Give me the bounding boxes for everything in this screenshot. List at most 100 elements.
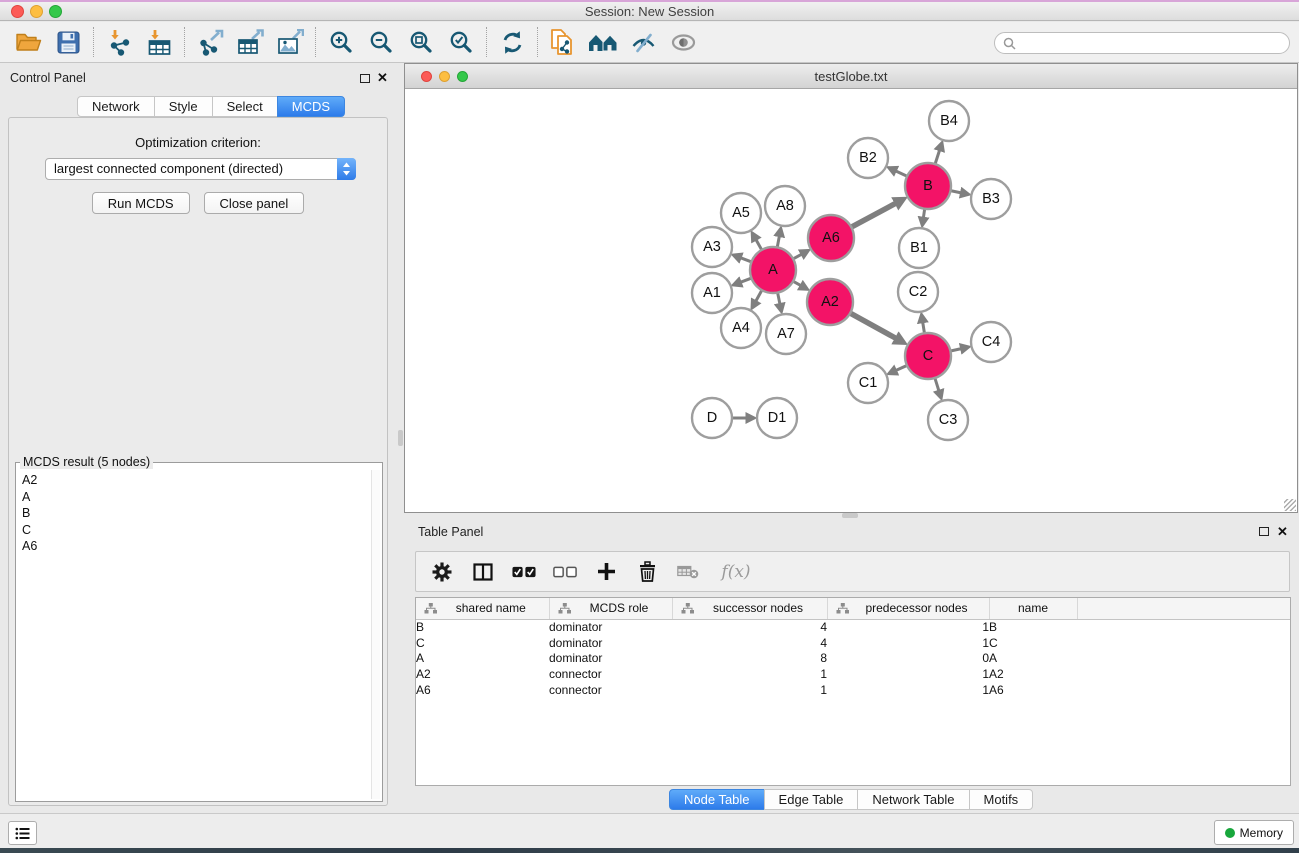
table-cell[interactable]: C	[989, 635, 1077, 651]
memory-button[interactable]: Memory	[1214, 820, 1294, 845]
zoom-fit-button[interactable]	[401, 25, 441, 59]
table-cell[interactable]: A	[989, 650, 1077, 666]
table-cell[interactable]: 0	[827, 650, 989, 666]
table-settings-button[interactable]	[430, 559, 454, 585]
column-header-predecessor-nodes[interactable]: predecessor nodes	[827, 598, 989, 619]
table-row[interactable]: Bdominator41B	[416, 619, 1290, 635]
table-row[interactable]: A6connector11A6	[416, 682, 1290, 698]
search-input[interactable]	[1021, 36, 1281, 50]
table-cell[interactable]: C	[416, 635, 549, 651]
network-canvas[interactable]: B4B2BB3B1A5A8A6A3AA1C2A2A4A7C4CC1C3DD1	[405, 89, 1297, 512]
table-cell[interactable]: A6	[989, 682, 1077, 698]
table-panel-float-button[interactable]	[1259, 527, 1269, 536]
table-cell[interactable]: B	[416, 619, 549, 635]
import-table-button[interactable]	[139, 25, 179, 59]
table-panel-close-button[interactable]: ✕	[1277, 524, 1288, 540]
control-panel-tabs: Network Style Select MCDS	[78, 96, 345, 117]
home-button[interactable]	[583, 25, 623, 59]
select-all-checkboxes-button[interactable]	[512, 559, 536, 585]
table-cell[interactable]: connector	[549, 666, 672, 682]
tab-network-table[interactable]: Network Table	[857, 789, 969, 810]
graph-node-label: A6	[822, 230, 840, 246]
delete-table-button[interactable]	[676, 559, 700, 585]
select-spinner-icon[interactable]	[337, 158, 356, 180]
add-column-button[interactable]	[594, 559, 618, 585]
tab-select[interactable]: Select	[212, 96, 278, 117]
toggle-column-panel-button[interactable]	[471, 559, 495, 585]
open-session-button[interactable]	[8, 25, 48, 59]
export-table-button[interactable]	[230, 25, 270, 59]
column-header-name[interactable]: name	[989, 598, 1077, 619]
table-cell[interactable]: 8	[672, 650, 827, 666]
clone-network-button[interactable]	[543, 25, 583, 59]
horizontal-splitter-handle[interactable]	[842, 513, 858, 518]
network-window-titlebar[interactable]: testGlobe.txt	[405, 64, 1297, 89]
table-cell[interactable]: 1	[827, 619, 989, 635]
table-row[interactable]: A2connector11A2	[416, 666, 1290, 682]
import-network-button[interactable]	[99, 25, 139, 59]
table-settings-icon	[432, 562, 452, 582]
function-builder-button[interactable]: f(x)	[717, 559, 755, 585]
table-cell[interactable]: 1	[672, 682, 827, 698]
run-mcds-button[interactable]: Run MCDS	[92, 192, 190, 214]
export-network-button[interactable]	[190, 25, 230, 59]
show-graphics-details-button[interactable]	[623, 25, 663, 59]
table-cell[interactable]: 1	[827, 682, 989, 698]
criterion-select[interactable]: largest connected component (directed)	[45, 158, 356, 180]
table-cell[interactable]: 4	[672, 635, 827, 651]
table-cell[interactable]: A2	[989, 666, 1077, 682]
tab-node-table[interactable]: Node Table	[669, 789, 765, 810]
task-history-button[interactable]	[8, 821, 37, 845]
table-cell[interactable]: A6	[416, 682, 549, 698]
resize-grip-icon[interactable]	[1284, 499, 1296, 511]
table-row[interactable]: Cdominator41C	[416, 635, 1290, 651]
export-table-icon	[237, 29, 264, 56]
zoom-in-button[interactable]	[321, 25, 361, 59]
table-cell[interactable]: 1	[827, 666, 989, 682]
column-header-mcds-role[interactable]: MCDS role	[549, 598, 672, 619]
network-window-title: testGlobe.txt	[405, 69, 1297, 84]
table-cell[interactable]: dominator	[549, 619, 672, 635]
save-session-button[interactable]	[48, 25, 88, 59]
column-header-shared-name[interactable]: shared name	[416, 598, 549, 619]
table-cell[interactable]: dominator	[549, 650, 672, 666]
column-type-icon	[424, 603, 437, 614]
zoom-selected-button[interactable]	[441, 25, 481, 59]
tab-style[interactable]: Style	[154, 96, 213, 117]
close-panel-button[interactable]: Close panel	[204, 192, 305, 214]
birds-eye-view-button[interactable]	[663, 25, 703, 59]
tab-network[interactable]: Network	[77, 96, 155, 117]
desktop-edge-bottom	[0, 848, 1299, 853]
table-cell[interactable]: A2	[416, 666, 549, 682]
tab-edge-table[interactable]: Edge Table	[764, 789, 859, 810]
column-header-successor-nodes[interactable]: successor nodes	[672, 598, 827, 619]
delete-column-button[interactable]	[635, 559, 659, 585]
table-cell[interactable]: B	[989, 619, 1077, 635]
table-cell[interactable]: dominator	[549, 635, 672, 651]
table-cell[interactable]: connector	[549, 682, 672, 698]
result-scrollbar[interactable]	[371, 470, 380, 799]
table-cell-filler	[1077, 619, 1290, 635]
control-panel-close-button[interactable]: ✕	[377, 70, 388, 86]
main-toolbar	[0, 22, 1299, 63]
table-cell[interactable]: A	[416, 650, 549, 666]
zoom-out-button[interactable]	[361, 25, 401, 59]
zoom-selected-icon	[449, 30, 473, 54]
table-cell[interactable]: 1	[827, 635, 989, 651]
search-field[interactable]	[994, 32, 1290, 54]
table-cell-filler	[1077, 666, 1290, 682]
table-row[interactable]: Adominator80A	[416, 650, 1290, 666]
tab-mcds[interactable]: MCDS	[277, 96, 345, 117]
clear-all-checkboxes-button[interactable]	[553, 559, 577, 585]
refresh-layout-button[interactable]	[492, 25, 532, 59]
save-session-icon	[57, 31, 80, 54]
delete-table-icon	[677, 564, 699, 579]
table-cell[interactable]: 4	[672, 619, 827, 635]
table-cell[interactable]: 1	[672, 666, 827, 682]
result-item: C	[22, 522, 370, 539]
control-panel-float-button[interactable]	[360, 74, 370, 83]
vertical-splitter-handle[interactable]	[398, 430, 403, 446]
export-image-button[interactable]	[270, 25, 310, 59]
tab-motifs[interactable]: Motifs	[969, 789, 1034, 810]
graph-node-label: A4	[732, 320, 750, 336]
